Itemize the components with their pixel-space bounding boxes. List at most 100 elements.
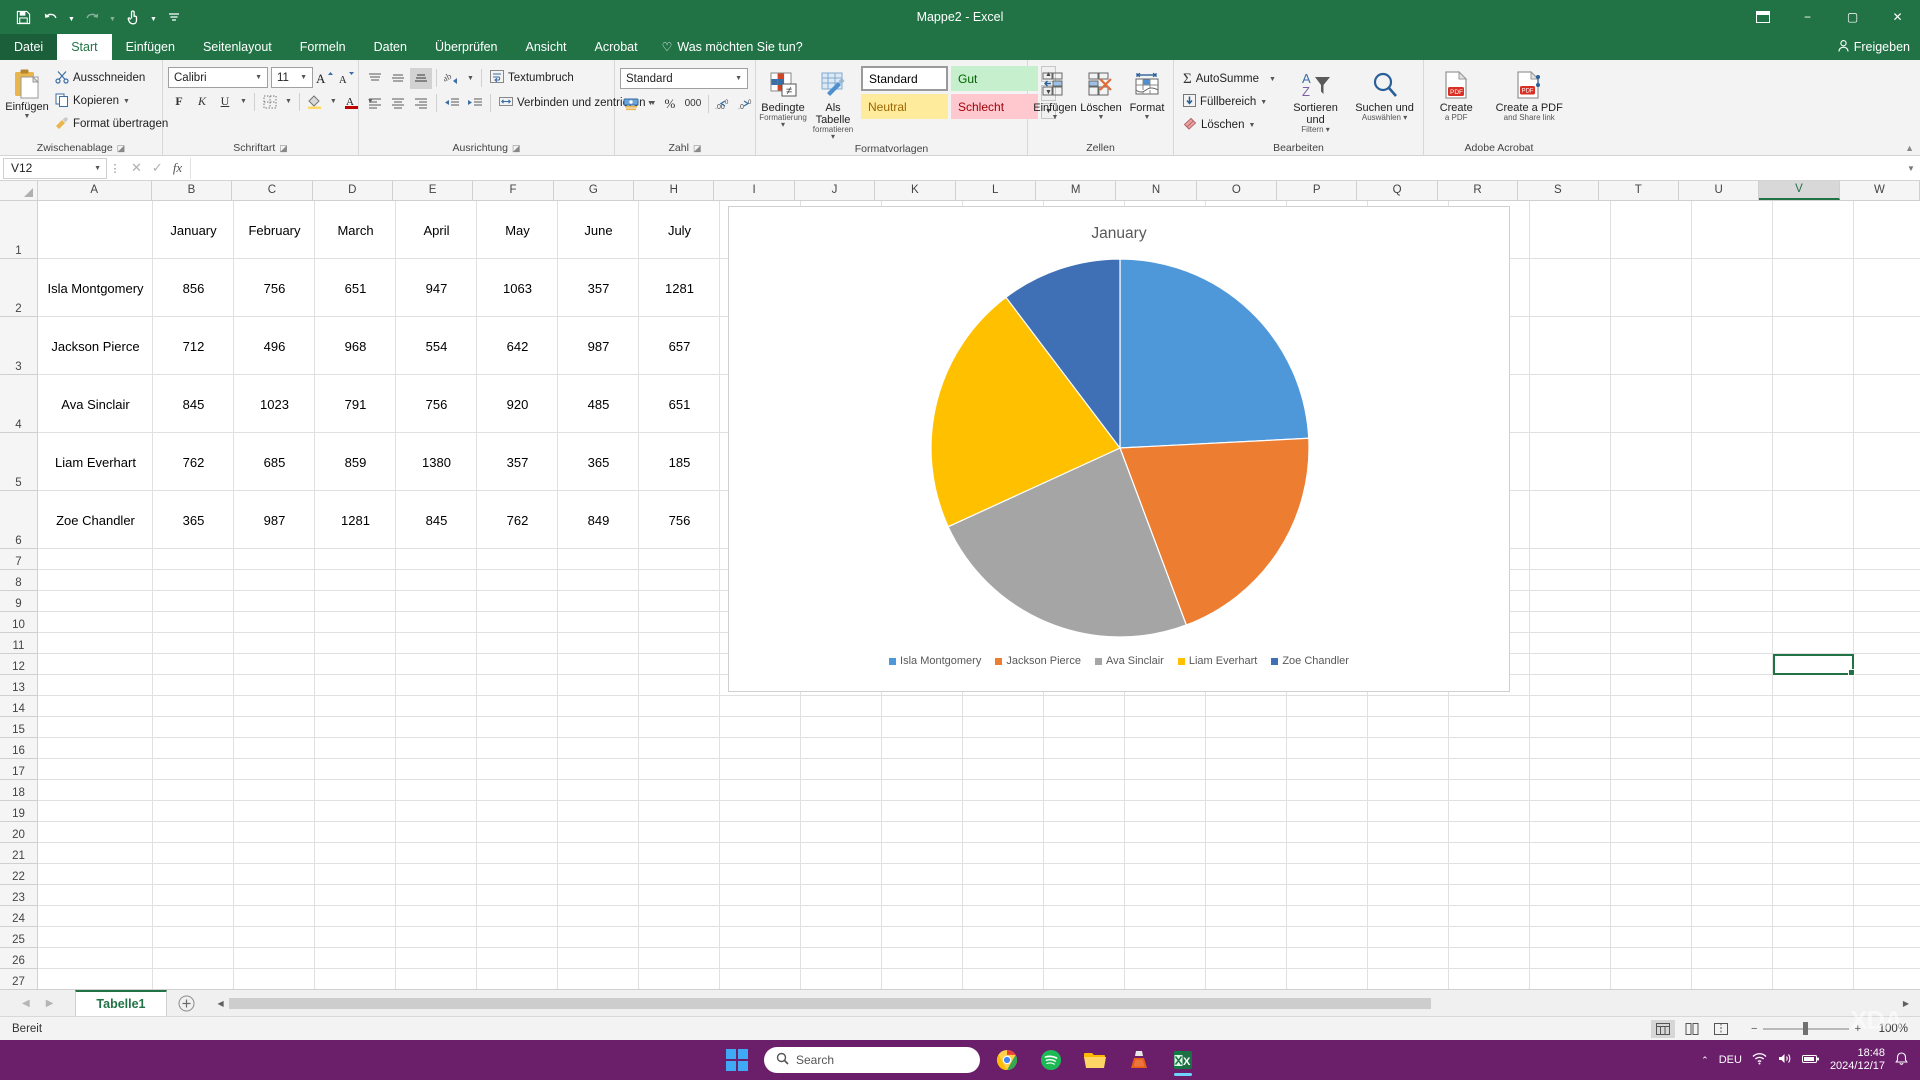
cell-B5[interactable]: 762 [153,433,234,491]
cell-C4[interactable]: 1023 [234,375,315,433]
name-box-dropdown-icon[interactable]: ▼ [94,165,106,172]
row-header-24[interactable]: 24 [0,906,37,927]
cell-F1[interactable]: May [477,201,558,259]
alignment-dialog-launcher-icon[interactable]: ◪ [512,141,521,155]
increase-font-size-icon[interactable]: A [314,67,335,88]
number-dialog-launcher-icon[interactable]: ◪ [693,141,702,155]
cell-style-neutral[interactable]: Neutral [861,94,948,119]
column-header-i[interactable]: I [714,181,795,200]
row-header-16[interactable]: 16 [0,738,37,759]
cell-C1[interactable]: February [234,201,315,259]
conditional-formatting-button[interactable]: ≠ Bedingte Formatierung ▾ [759,66,807,130]
legend-item[interactable]: Isla Montgomery [889,655,981,667]
tell-me-search[interactable]: ♡ Was möchten Sie tun? [652,34,813,60]
column-header-u[interactable]: U [1678,181,1760,200]
copy-dropdown-icon[interactable]: ▼ [123,98,130,105]
cell-A5[interactable]: Liam Everhart [38,433,153,491]
volume-icon[interactable] [1777,1052,1792,1068]
chart-legend[interactable]: Isla Montgomery Jackson Pierce Ava Sinclai… [729,655,1509,667]
column-header-d[interactable]: D [312,181,393,200]
cell-F4[interactable]: 920 [477,375,558,433]
tab-ansicht[interactable]: Ansicht [512,34,581,60]
cell-E4[interactable]: 756 [396,375,477,433]
column-header-k[interactable]: K [875,181,956,200]
cell-G6[interactable]: 849 [558,491,639,549]
sort-filter-button[interactable]: A Z Sortieren und Filtern ▾ [1284,66,1347,135]
cell-D1[interactable]: March [315,201,396,259]
row-header-25[interactable]: 25 [0,927,37,948]
row-header-21[interactable]: 21 [0,843,37,864]
cell-style-gut[interactable]: Gut [951,66,1038,91]
cell-E5[interactable]: 1380 [396,433,477,491]
cell-E1[interactable]: April [396,201,477,259]
row-header-26[interactable]: 26 [0,948,37,969]
taskbar-app-spotify[interactable] [1034,1043,1068,1077]
cell-G3[interactable]: 987 [558,317,639,375]
cell-A2[interactable]: Isla Montgomery [38,259,153,317]
row-header-19[interactable]: 19 [0,801,37,822]
cell-G5[interactable]: 365 [558,433,639,491]
column-header-v[interactable]: V [1759,181,1840,200]
font-size-input[interactable]: 11 ▼ [271,67,313,88]
cell-B1[interactable]: January [153,201,234,259]
undo-dropdown-icon[interactable]: ▼ [66,4,77,30]
wifi-icon[interactable] [1752,1052,1767,1068]
italic-button[interactable]: K [191,91,213,112]
column-header-o[interactable]: O [1196,181,1278,200]
fill-color-dropdown-icon[interactable]: ▼ [327,98,340,105]
tray-expand-icon[interactable]: ⌃ [1701,1055,1709,1066]
select-all-corner[interactable] [0,181,38,200]
tab-ueberpruefen[interactable]: Überprüfen [421,34,512,60]
accounting-dropdown-icon[interactable]: ▼ [643,100,658,107]
sheet-horizontal-scroll[interactable]: ◀ ▶ [207,990,1920,1016]
row-header-5[interactable]: 5 [0,433,37,491]
active-cell-selection[interactable] [1773,654,1855,676]
cell-E6[interactable]: 845 [396,491,477,549]
cell-A3[interactable]: Jackson Pierce [38,317,153,375]
column-header-t[interactable]: T [1598,181,1679,200]
tab-daten[interactable]: Daten [360,34,421,60]
row-header-1[interactable]: 1 [0,201,37,259]
confirm-formula-icon[interactable]: ✓ [152,160,163,176]
cell-style-schlecht[interactable]: Schlecht [951,94,1038,119]
taskbar-search[interactable]: Search [764,1047,980,1073]
align-left-icon[interactable] [364,93,386,114]
pie-chart-plot[interactable] [930,258,1310,638]
row-header-11[interactable]: 11 [0,633,37,654]
autosum-button[interactable]: Σ AutoSumme ▼ [1179,68,1280,90]
column-header-a[interactable]: A [37,181,152,200]
notifications-icon[interactable] [1895,1051,1908,1069]
pie-slice-isla-montgomery[interactable] [1119,258,1310,449]
cell-B6[interactable]: 365 [153,491,234,549]
row-header-6[interactable]: 6 [0,491,37,549]
sheet-tab-tabelle1[interactable]: Tabelle1 [75,990,167,1016]
bold-button[interactable]: F [168,91,190,112]
cell-D4[interactable]: 791 [315,375,396,433]
borders-dropdown-icon[interactable]: ▼ [282,98,295,105]
cell-style-standard[interactable]: Standard [861,66,948,91]
chart-title[interactable]: January [729,225,1509,243]
clear-button[interactable]: Löschen ▼ [1179,114,1280,136]
wrap-text-button[interactable]: Textumbruch [486,67,578,89]
cell-G1[interactable]: June [558,201,639,259]
paste-button[interactable]: Einfügen ▼ [5,65,49,122]
name-box[interactable]: V12 ▼ [3,157,107,179]
zoom-out-icon[interactable]: − [1751,1023,1757,1035]
save-icon[interactable] [10,4,36,30]
create-pdf-button[interactable]: PDF Create a PDF [1429,66,1483,123]
cell-H4[interactable]: 651 [639,375,720,433]
insert-function-icon[interactable]: fx [173,160,182,176]
column-header-s[interactable]: S [1518,181,1599,200]
cell-F3[interactable]: 642 [477,317,558,375]
row-header-7[interactable]: 7 [0,549,37,570]
clipboard-dialog-launcher-icon[interactable]: ◪ [117,141,126,155]
column-header-g[interactable]: G [553,181,635,200]
close-button[interactable]: ✕ [1875,0,1920,34]
tab-start[interactable]: Start [57,34,112,60]
row-header-4[interactable]: 4 [0,375,37,433]
number-format-dropdown-icon[interactable]: ▼ [732,75,745,82]
row-header-10[interactable]: 10 [0,612,37,633]
sheet-prev-icon[interactable]: ◀ [22,998,30,1009]
column-header-r[interactable]: R [1437,181,1519,200]
taskbar-clock[interactable]: 18:48 2024/12/17 [1830,1047,1885,1073]
